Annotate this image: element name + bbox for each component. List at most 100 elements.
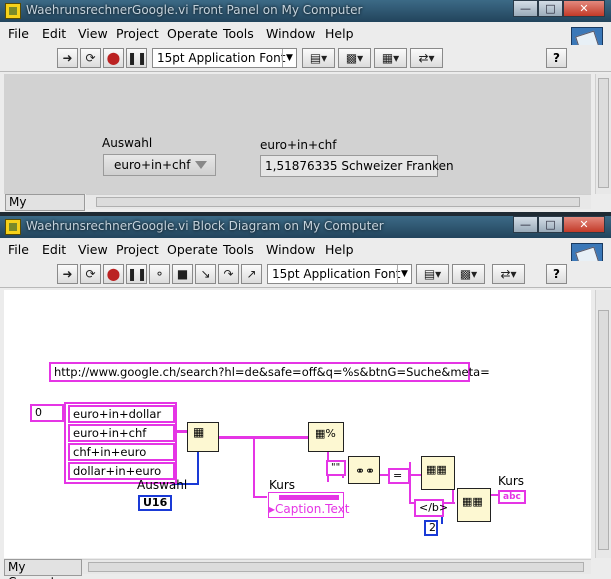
run-button[interactable]: ➜ — [57, 48, 78, 68]
minimize-button[interactable]: — — [513, 0, 538, 17]
block-diagram-hscroll[interactable] — [82, 559, 591, 574]
step-into-button[interactable]: ↘ — [195, 264, 216, 284]
block-diagram-titlebar[interactable]: WaehrunsrechnerGoogle.vi Block Diagram o… — [0, 216, 611, 238]
distribute-objects-button[interactable]: ▩▾ — [338, 48, 371, 68]
index-array-node[interactable]: ▦ — [187, 422, 219, 452]
reorder-button[interactable]: ⇄▾ — [410, 48, 443, 68]
step-over-button[interactable]: ↷ — [218, 264, 239, 284]
align-objects-icon: ▤▾ — [423, 267, 442, 281]
context-label: My Computer — [5, 194, 85, 212]
array-element[interactable]: euro+in+dollar — [68, 405, 175, 423]
abort-button[interactable]: ⬤ — [103, 264, 124, 284]
vscroll-thumb[interactable] — [598, 310, 609, 550]
front-panel-hscroll[interactable] — [86, 194, 591, 209]
auswahl-terminal[interactable]: U16 — [138, 495, 172, 511]
menu-operate[interactable]: Operate — [167, 242, 218, 257]
kurs-output-terminal[interactable]: abc — [498, 490, 526, 504]
run-arrow-icon: ➜ — [62, 267, 73, 281]
highlight-execution-button[interactable]: ⚬ — [149, 264, 170, 284]
hscroll-thumb[interactable] — [88, 562, 584, 572]
context-label: My Computer — [4, 559, 82, 579]
match-pattern-icon: ▦▦ — [426, 463, 447, 476]
labview-app-icon — [5, 3, 21, 19]
menu-tools[interactable]: Tools — [223, 242, 254, 257]
pause-button[interactable]: ❚❚ — [126, 264, 147, 284]
block-diagram-vscroll[interactable] — [595, 290, 611, 558]
distribute-objects-icon: ▩▾ — [459, 267, 478, 281]
context-help-button[interactable]: ? — [546, 264, 567, 284]
menu-file[interactable]: File — [8, 26, 29, 41]
kurs-property-node[interactable]: ▸Caption.Text — [268, 492, 349, 518]
url-string-constant[interactable]: http://www.google.ch/search?hl=de&safe=o… — [49, 362, 490, 382]
caption-property: ▸Caption.Text — [269, 502, 350, 516]
menu-help[interactable]: Help — [325, 26, 354, 41]
pause-button[interactable]: ❚❚ — [126, 48, 147, 68]
menu-view[interactable]: View — [78, 242, 108, 257]
align-objects-button[interactable]: ▤▾ — [302, 48, 335, 68]
hscroll-thumb[interactable] — [96, 197, 580, 207]
menu-window[interactable]: Window — [266, 242, 315, 257]
run-continuously-button[interactable]: ⟳ — [80, 48, 101, 68]
menu-window[interactable]: Window — [266, 26, 315, 41]
maximize-button[interactable]: □ — [538, 0, 563, 17]
front-panel-canvas[interactable]: Auswahl euro+in+chf euro+in+chf 1,518763… — [4, 74, 591, 194]
match-pattern-node-1[interactable]: ▦▦ — [421, 456, 455, 490]
front-panel-menubar: File Edit View Project Operate Tools Win… — [0, 22, 611, 45]
front-panel-vscroll[interactable] — [595, 74, 611, 194]
array-element[interactable]: chf+in+euro — [68, 443, 175, 461]
format-into-string-node[interactable]: ▦% — [308, 422, 344, 452]
front-panel-titlebar[interactable]: WaehrunsrechnerGoogle.vi Front Panel on … — [0, 0, 611, 22]
menu-operate[interactable]: Operate — [167, 26, 218, 41]
abort-button[interactable]: ⬤ — [103, 48, 124, 68]
resize-objects-button[interactable]: ▦▾ — [374, 48, 407, 68]
string-array-constant[interactable]: euro+in+dollar euro+in+chf chf+in+euro d… — [64, 402, 177, 484]
quote-string-constant[interactable]: "" — [326, 460, 346, 476]
step-out-button[interactable]: ↗ — [241, 264, 262, 284]
block-diagram-toolbar: ➜ ⟳ ⬤ ❚❚ ⚬ ■ ↘ ↷ ↗ 15pt Application Font… — [0, 261, 611, 288]
font-selector[interactable]: 15pt Application Font ▼ — [267, 264, 412, 284]
align-objects-button[interactable]: ▤▾ — [416, 264, 449, 284]
step-into-icon: ↘ — [200, 267, 211, 281]
menu-file[interactable]: File — [8, 242, 29, 257]
array-index-display[interactable]: 0 — [30, 404, 64, 422]
reorder-button[interactable]: ⇄▾ — [492, 264, 525, 284]
retain-wire-values-icon: ■ — [176, 267, 189, 281]
glasses-icon: ⚭⚭ — [355, 464, 376, 478]
menu-help[interactable]: Help — [325, 242, 354, 257]
match-pattern-node-2[interactable]: ▦▦ — [457, 488, 491, 522]
maximize-button[interactable]: □ — [538, 216, 563, 233]
context-help-button[interactable]: ? — [546, 48, 567, 68]
auswahl-ring-control[interactable]: euro+in+chf — [103, 154, 216, 176]
run-button[interactable]: ➜ — [57, 264, 78, 284]
run-continuously-button[interactable]: ⟳ — [80, 264, 101, 284]
http-get-node[interactable]: ⚭⚭ — [348, 456, 380, 484]
font-selector[interactable]: 15pt Application Font ▼ — [152, 48, 297, 68]
format-into-string-icon: ▦% — [315, 427, 336, 440]
auswahl-terminal-label: Auswahl — [137, 478, 188, 492]
array-element[interactable]: euro+in+chf — [68, 424, 175, 442]
menu-edit[interactable]: Edit — [42, 26, 66, 41]
bold-end-string-constant[interactable]: </b> — [414, 499, 448, 517]
distribute-objects-button[interactable]: ▩▾ — [452, 264, 485, 284]
menu-view[interactable]: View — [78, 26, 108, 41]
close-button[interactable]: ✕ — [563, 216, 605, 233]
vscroll-thumb[interactable] — [598, 78, 609, 188]
close-button[interactable]: ✕ — [563, 0, 605, 17]
offset-numeric-constant[interactable]: 2 — [424, 520, 438, 536]
auswahl-label: Auswahl — [102, 136, 153, 150]
menu-tools[interactable]: Tools — [223, 26, 254, 41]
window-controls: — □ ✕ — [513, 216, 605, 233]
menu-edit[interactable]: Edit — [42, 242, 66, 257]
retain-wire-values-button[interactable]: ■ — [172, 264, 193, 284]
minimize-button[interactable]: — — [513, 216, 538, 233]
menu-project[interactable]: Project — [116, 26, 159, 41]
block-diagram-canvas[interactable]: http://www.google.ch/search?hl=de&safe=o… — [4, 290, 591, 558]
pause-icon: ❚❚ — [127, 51, 148, 65]
dropdown-arrow-icon — [195, 161, 207, 169]
block-diagram-title: WaehrunsrechnerGoogle.vi Block Diagram o… — [26, 219, 384, 233]
auswahl-ring-value: euro+in+chf — [114, 158, 191, 172]
menu-project[interactable]: Project — [116, 242, 159, 257]
equals-string-constant[interactable]: = — [388, 468, 410, 484]
block-diagram-menubar: File Edit View Project Operate Tools Win… — [0, 238, 611, 261]
front-panel-title: WaehrunsrechnerGoogle.vi Front Panel on … — [26, 3, 363, 17]
